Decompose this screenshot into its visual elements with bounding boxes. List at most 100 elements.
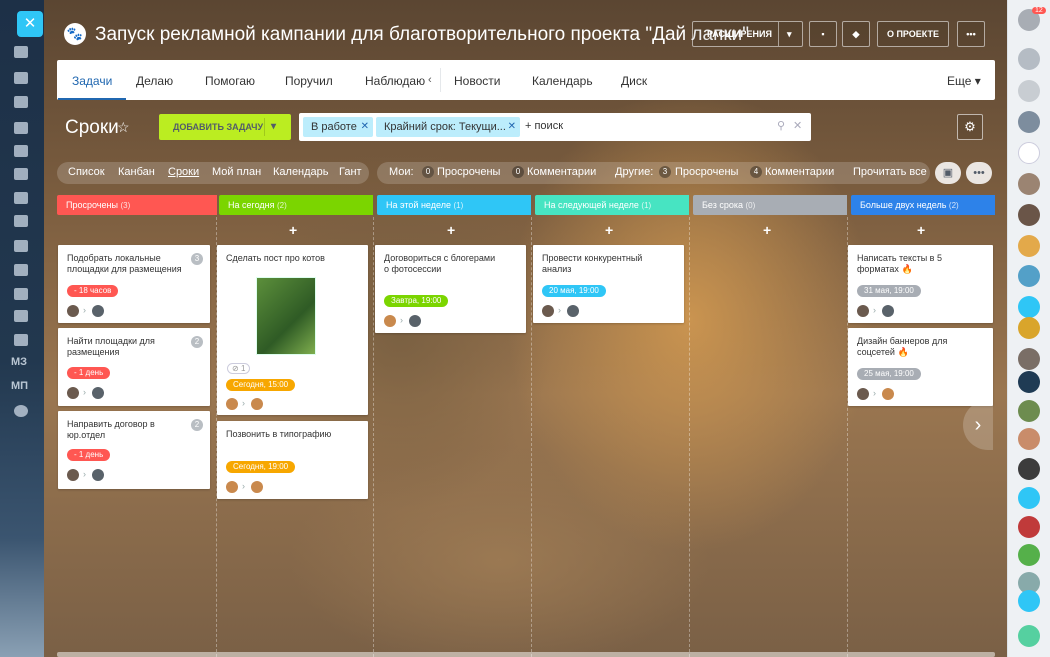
deadline-badge[interactable]: Сегодня, 19:00 [226,461,296,473]
deadline-badge[interactable]: Сегодня, 15:00 [226,379,296,391]
avatar[interactable] [67,387,79,399]
avatar[interactable] [1018,317,1040,339]
avatar[interactable] [1018,458,1040,480]
avatar[interactable] [1018,348,1040,370]
more-icon[interactable]: ••• [966,162,992,184]
close-icon[interactable]: ✕ [793,119,802,132]
chevron-down-icon[interactable]: ▾ [778,22,792,46]
tab-calendar[interactable]: Календарь [532,74,593,88]
filter-chip[interactable]: В работе ✕ [303,117,373,137]
add-card-icon[interactable]: + [447,222,455,238]
drive-icon[interactable] [14,122,28,134]
bell-icon[interactable]: ◆ [842,21,870,47]
filter-chip[interactable]: Крайний срок: Текущи... ✕ [376,117,520,137]
group-icon[interactable] [14,215,28,227]
chevron-down-icon[interactable]: ▾ [271,114,276,140]
view-deadlines[interactable]: Сроки [168,166,199,178]
avatar[interactable] [226,398,238,410]
about-project-button[interactable]: О ПРОЕКТЕ [877,21,949,47]
window-icon[interactable] [14,264,28,276]
share-icon[interactable] [1018,590,1040,612]
deadline-badge[interactable]: - 1 день [67,367,111,379]
task-card[interactable]: Сделать пост про котов ⊘ 1 Сегодня, 15:0… [217,245,368,415]
task-card[interactable]: Подобрать локальные площадки для размеще… [58,245,210,323]
avatar[interactable] [1018,428,1040,450]
avatar[interactable] [1018,235,1040,257]
stage-two-weeks-plus[interactable]: Больше двух недель (2) [851,195,995,215]
gear-icon[interactable]: ⚙ [957,114,983,140]
avatar[interactable] [1018,516,1040,538]
avatar[interactable] [567,305,579,317]
tab-disk[interactable]: Диск [621,74,647,88]
avatar[interactable] [857,388,869,400]
star-icon[interactable]: ☆ [117,119,130,136]
view-list[interactable]: Список [68,166,105,178]
avatar[interactable] [1018,400,1040,422]
phone-icon[interactable] [1018,625,1040,647]
mine-comments-link[interactable]: Комментарии [527,166,596,178]
mail-icon[interactable] [14,168,28,180]
avatar[interactable] [92,469,104,481]
others-comments-link[interactable]: Комментарии [765,166,834,178]
search-icon[interactable] [1018,80,1040,102]
search-icon[interactable]: ⚲ [777,119,785,132]
add-card-icon[interactable]: + [917,222,925,238]
close-icon[interactable]: ✕ [508,117,516,137]
deadline-badge[interactable]: - 1 день [67,449,111,461]
deadline-badge[interactable]: 20 мая, 19:00 [542,285,606,297]
avatar[interactable] [1018,204,1040,226]
tab-more[interactable]: Еще ▾ [947,74,981,88]
robot-icon[interactable]: ▣ [935,162,961,184]
search-input[interactable]: + поиск [525,120,563,132]
add-card-icon[interactable]: + [763,222,771,238]
task-card[interactable]: Написать тексты в 5 форматах 🔥 31 мая, 1… [848,245,993,323]
avatar[interactable] [857,305,869,317]
feed-icon[interactable] [14,46,28,58]
read-all-link[interactable]: Прочитать все [853,166,927,178]
tab-news[interactable]: Новости [454,74,500,88]
deadline-badge[interactable]: 25 мая, 19:00 [857,368,921,380]
chat-icon[interactable] [14,72,28,84]
avatar[interactable] [67,469,79,481]
stage-next-week[interactable]: На следующей неделе (1) [535,195,689,215]
attachment-count[interactable]: ⊘ 1 [227,363,251,374]
avatar[interactable] [1018,265,1040,287]
stage-this-week[interactable]: На этой неделе (1) [377,195,531,215]
apps-icon[interactable] [14,288,28,300]
view-my-plan[interactable]: Мой план [212,166,261,178]
calendar-icon[interactable] [14,145,28,157]
task-card[interactable]: Дизайн баннеров для соцсетей 🔥 25 мая, 1… [848,328,993,406]
avatar[interactable] [384,315,396,327]
filter-search-bar[interactable]: В работе ✕ Крайний срок: Текущи... ✕ + пои… [299,113,811,141]
deadline-badge[interactable]: Завтра, 19:00 [384,295,449,307]
extensions-button[interactable]: РАСШИРЕНИЯ ▾ [692,21,803,47]
avatar[interactable] [1018,173,1040,195]
clock-icon[interactable] [14,192,28,204]
sidebar-item-mp[interactable]: МП [11,380,28,392]
avatar[interactable] [882,388,894,400]
avatar[interactable] [92,387,104,399]
chat-icon[interactable]: ▪ [809,21,837,47]
settings-icon[interactable] [14,405,28,417]
horizontal-scrollbar[interactable] [57,652,995,657]
b24-icon[interactable] [1018,371,1040,393]
task-card[interactable]: Найти площадки для размещения 2 - 1 день… [58,328,210,406]
close-icon[interactable]: ✕ [17,11,43,37]
sidebar-item-mz[interactable]: МЗ [11,356,27,368]
view-calendar[interactable]: Календарь [273,166,329,178]
tab-tasks[interactable]: Задачи [57,74,127,100]
task-card[interactable]: Провести конкурентный анализ 20 мая, 19:… [533,245,684,323]
contacts-icon[interactable] [14,334,28,346]
paw-icon[interactable] [1018,142,1040,164]
deadline-badge[interactable]: - 18 часов [67,285,119,297]
user-icon[interactable] [1018,544,1040,566]
stage-overdue[interactable]: Просрочены (3) [57,195,217,215]
lock-icon[interactable] [1018,487,1040,509]
avatar[interactable] [226,481,238,493]
avatar[interactable] [92,305,104,317]
tab-assigned[interactable]: Поручил [285,74,333,88]
chat-search-icon[interactable] [1018,296,1040,318]
avatar[interactable] [542,305,554,317]
filter-icon[interactable] [14,240,28,252]
task-card[interactable]: Позвонить в типографию Сегодня, 19:00 › [217,421,368,499]
